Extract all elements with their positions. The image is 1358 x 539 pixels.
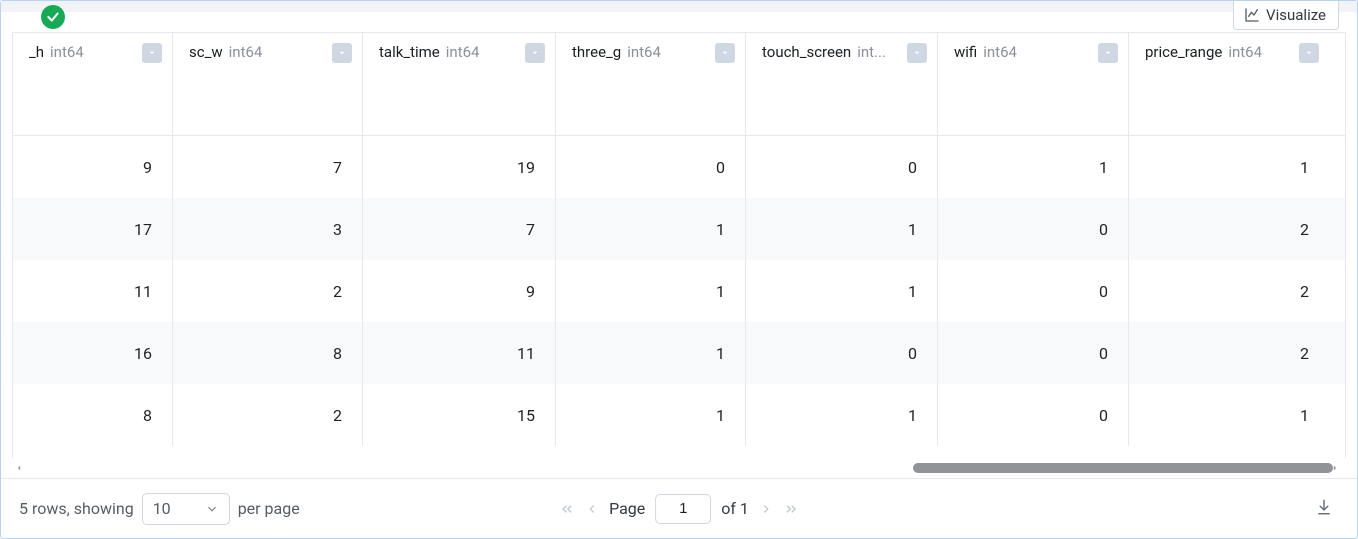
column-type: int64 — [446, 43, 480, 61]
rows-per-page-info: 5 rows, showing 10 per page — [19, 493, 300, 525]
cell[interactable]: 17 — [13, 198, 173, 260]
table-row: 11 2 9 1 1 0 2 — [13, 260, 1345, 322]
column-menu-button[interactable] — [525, 43, 545, 63]
visualize-label: Visualize — [1266, 6, 1326, 24]
cell[interactable]: 16 — [13, 322, 173, 384]
cell[interactable]: 7 — [173, 136, 363, 198]
last-page-button[interactable] — [783, 501, 799, 517]
cell[interactable]: 1 — [746, 260, 938, 322]
page-input[interactable] — [655, 494, 711, 524]
cell[interactable]: 15 — [363, 384, 556, 446]
output-top-strip — [1, 1, 1357, 12]
column-menu-button[interactable] — [715, 43, 735, 63]
scroll-thumb[interactable] — [913, 463, 1333, 473]
horizontal-scrollbar[interactable] — [12, 458, 1358, 478]
grid-header-row: _h int64 sc_w int64 talk_time int64 — [13, 33, 1345, 136]
cell-success-icon — [41, 5, 65, 29]
cell[interactable]: 0 — [938, 260, 1129, 322]
cell[interactable]: 2 — [173, 260, 363, 322]
chevron-down-icon — [205, 502, 219, 516]
per-page-value: 10 — [153, 499, 171, 518]
cell[interactable]: 2 — [1129, 322, 1329, 384]
grid-body: 9 7 19 0 0 1 1 17 3 7 1 1 0 2 — [13, 136, 1345, 446]
table-row: 9 7 19 0 0 1 1 — [13, 136, 1345, 198]
column-name: _h — [29, 43, 44, 61]
cell[interactable]: 1 — [556, 322, 746, 384]
cell[interactable]: 0 — [746, 136, 938, 198]
download-button[interactable] — [1315, 498, 1333, 520]
column-header-_h[interactable]: _h int64 — [13, 33, 173, 135]
table-row: 8 2 15 1 1 0 1 — [13, 384, 1345, 446]
column-name: touch_screen — [762, 43, 851, 61]
cell[interactable]: 0 — [746, 322, 938, 384]
column-header-wifi[interactable]: wifi int64 — [938, 33, 1129, 135]
column-menu-button[interactable] — [142, 43, 162, 63]
column-header-touch_screen[interactable]: touch_screen int... — [746, 33, 938, 135]
next-page-button[interactable] — [759, 502, 773, 516]
grid-footer: 5 rows, showing 10 per page Page of 1 — [1, 478, 1357, 538]
page-label: Page — [609, 499, 645, 518]
chart-line-icon — [1244, 7, 1260, 23]
visualize-button[interactable]: Visualize — [1233, 1, 1339, 30]
page-of-label: of 1 — [721, 499, 749, 518]
cell[interactable]: 1 — [556, 198, 746, 260]
column-type: int64 — [50, 43, 84, 61]
column-type: int64 — [983, 43, 1017, 61]
table-row: 17 3 7 1 1 0 2 — [13, 198, 1345, 260]
table-row: 16 8 11 1 0 0 2 — [13, 322, 1345, 384]
data-grid: _h int64 sc_w int64 talk_time int64 — [1, 12, 1357, 458]
column-header-three_g[interactable]: three_g int64 — [556, 33, 746, 135]
cell[interactable]: 19 — [363, 136, 556, 198]
column-header-price_range[interactable]: price_range int64 — [1129, 33, 1329, 135]
column-menu-button[interactable] — [907, 43, 927, 63]
cell[interactable]: 0 — [938, 384, 1129, 446]
column-header-talk_time[interactable]: talk_time int64 — [363, 33, 556, 135]
pager: Page of 1 — [559, 494, 799, 524]
column-menu-button[interactable] — [1098, 43, 1118, 63]
cell[interactable]: 2 — [1129, 260, 1329, 322]
column-type: int64 — [229, 43, 263, 61]
column-menu-button[interactable] — [332, 43, 352, 63]
prev-page-button[interactable] — [585, 502, 599, 516]
cell[interactable]: 11 — [363, 322, 556, 384]
cell[interactable]: 1 — [1129, 136, 1329, 198]
column-type: int64 — [1228, 43, 1262, 61]
column-menu-button[interactable] — [1299, 43, 1319, 63]
cell[interactable]: 3 — [173, 198, 363, 260]
cell[interactable]: 1 — [938, 136, 1129, 198]
per-page-suffix: per page — [238, 499, 300, 518]
cell[interactable]: 0 — [556, 136, 746, 198]
cell[interactable]: 9 — [13, 136, 173, 198]
cell[interactable]: 2 — [1129, 198, 1329, 260]
column-name: talk_time — [379, 43, 440, 61]
column-name: sc_w — [189, 43, 223, 61]
per-page-select[interactable]: 10 — [142, 493, 230, 525]
dataframe-output-panel: Visualize _h int64 sc_w int64 — [0, 0, 1358, 539]
cell[interactable]: 8 — [13, 384, 173, 446]
cell[interactable]: 8 — [173, 322, 363, 384]
column-header-sc_w[interactable]: sc_w int64 — [173, 33, 363, 135]
cell[interactable]: 1 — [1129, 384, 1329, 446]
cell[interactable]: 1 — [556, 260, 746, 322]
scroll-right-icon[interactable] — [1328, 461, 1342, 475]
cell[interactable]: 2 — [173, 384, 363, 446]
cell[interactable]: 0 — [938, 198, 1129, 260]
first-page-button[interactable] — [559, 501, 575, 517]
cell[interactable]: 1 — [746, 198, 938, 260]
column-name: wifi — [954, 43, 977, 61]
cell[interactable]: 9 — [363, 260, 556, 322]
cell[interactable]: 7 — [363, 198, 556, 260]
column-name: three_g — [572, 43, 621, 61]
cell[interactable]: 0 — [938, 322, 1129, 384]
column-type: int... — [857, 43, 886, 61]
column-name: price_range — [1145, 43, 1222, 61]
column-type: int64 — [627, 43, 661, 61]
cell[interactable]: 11 — [13, 260, 173, 322]
rows-showing-label: 5 rows, showing — [19, 499, 134, 518]
cell[interactable]: 1 — [556, 384, 746, 446]
cell[interactable]: 1 — [746, 384, 938, 446]
scroll-left-icon[interactable] — [12, 461, 26, 475]
